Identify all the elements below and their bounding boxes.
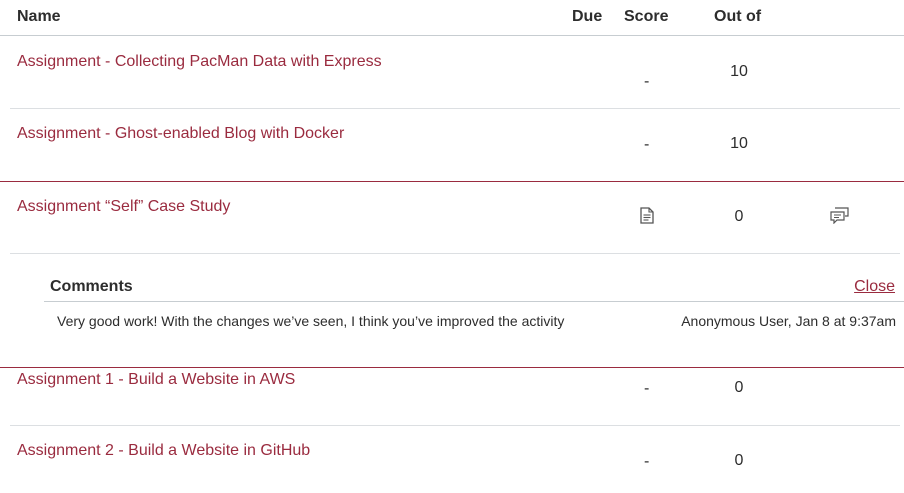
out-of-value: 10 (730, 63, 748, 80)
comment-icon[interactable] (830, 207, 850, 225)
table-row: Assignment 2 - Build a Website in GitHub… (0, 426, 904, 493)
table-row: Assignment - Ghost-enabled Blog with Doc… (0, 109, 904, 181)
score-value: - (644, 136, 650, 153)
column-header-out-of[interactable]: Out of (714, 8, 761, 26)
comments-divider (44, 301, 904, 302)
score-value: - (644, 380, 650, 397)
column-header-score[interactable]: Score (624, 8, 668, 26)
column-header-name[interactable]: Name (17, 8, 61, 26)
assignment-link[interactable]: Assignment - Ghost-enabled Blog with Doc… (17, 125, 344, 143)
assignment-link[interactable]: Assignment - Collecting PacMan Data with… (17, 53, 382, 71)
out-of-value: 0 (734, 208, 744, 225)
table-row: Assignment - Collecting PacMan Data with… (0, 37, 904, 108)
column-header-due[interactable]: Due (572, 8, 602, 26)
out-of-value: 10 (730, 135, 748, 152)
comment-author: Anonymous User, Jan 8 at 9:37am (681, 313, 896, 329)
document-icon[interactable] (640, 207, 654, 224)
out-of-value: 0 (734, 379, 744, 396)
score-value: - (644, 73, 650, 90)
score-value: - (644, 453, 650, 470)
out-of-value: 0 (734, 452, 744, 469)
table-header: Name Due Score Out of (0, 0, 904, 36)
assignment-link[interactable]: Assignment 2 - Build a Website in GitHub (17, 442, 310, 460)
table-row-selected: Assignment “Self” Case Study 0 (0, 182, 904, 253)
assignment-link[interactable]: Assignment “Self” Case Study (17, 198, 230, 216)
assignment-link[interactable]: Assignment 1 - Build a Website in AWS (17, 371, 295, 389)
close-comments-link[interactable]: Close (854, 278, 895, 296)
comment-text: Very good work! With the changes we’ve s… (57, 313, 565, 329)
table-row: Assignment 1 - Build a Website in AWS - … (0, 368, 904, 425)
comments-panel: Comments Close Very good work! With the … (0, 272, 904, 367)
row-divider (10, 253, 900, 254)
comments-title: Comments (50, 278, 133, 295)
